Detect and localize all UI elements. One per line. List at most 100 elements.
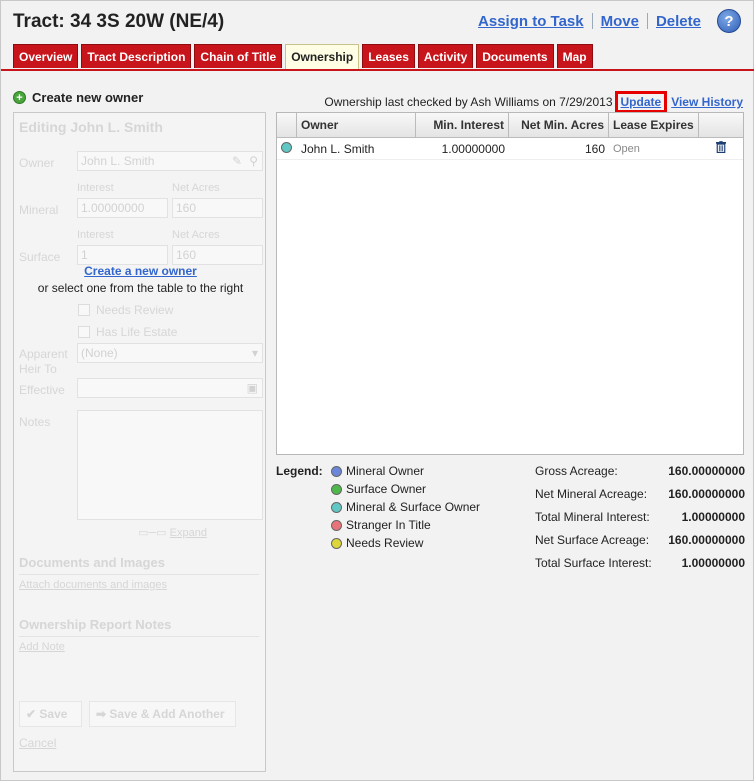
column-header-net-min-acres[interactable]: Net Min. Acres <box>509 113 609 137</box>
calendar-icon[interactable]: ▣ <box>247 379 258 397</box>
min-interest-cell: 1.00000000 <box>441 141 505 156</box>
last-checked-text: Ownership last checked by Ash Williams o… <box>324 95 613 109</box>
mineral-acres-input[interactable]: 160 <box>172 198 263 218</box>
legend-title: Legend: <box>276 464 323 478</box>
total-row: Net Mineral Acreage: 160.00000000 <box>535 487 745 510</box>
legend-label: Surface Owner <box>346 482 427 496</box>
needs-review-dot <box>331 537 342 549</box>
checkbox-box <box>78 326 90 338</box>
tab-overview[interactable]: Overview <box>13 44 79 68</box>
heir-select-value: (None) <box>81 346 118 360</box>
total-label: Total Surface Interest: <box>535 556 652 570</box>
total-value: 160.00000000 <box>668 487 745 501</box>
attach-documents-link[interactable]: Attach documents and images <box>19 579 167 591</box>
heir-select[interactable]: (None) ▾ <box>77 343 263 363</box>
create-owner-row: + Create new owner <box>13 89 266 105</box>
tab-ownership[interactable]: Ownership <box>285 44 360 70</box>
save-button[interactable]: ✔ Save <box>19 701 82 727</box>
editor-heading: Editing John L. Smith <box>19 119 163 135</box>
tab-chain-of-title[interactable]: Chain of Title <box>194 44 283 68</box>
legend-label: Mineral & Surface Owner <box>346 500 481 514</box>
heir-label-line1: Apparent <box>19 347 68 361</box>
surface-acres-input[interactable]: 160 <box>172 245 263 265</box>
total-row: Net Surface Acreage: 160.00000000 <box>535 533 745 556</box>
has-life-estate-label: Has Life Estate <box>96 325 178 339</box>
mineral-interest-input[interactable]: 1.00000000 <box>77 198 168 218</box>
help-icon[interactable]: ? <box>717 9 741 33</box>
search-icon[interactable]: ⚲ <box>249 152 258 170</box>
create-new-owner-label: Create new owner <box>32 89 144 105</box>
update-link[interactable]: Update <box>614 91 668 113</box>
total-label: Gross Acreage: <box>535 464 618 478</box>
heir-label-line2: Heir To <box>19 362 57 376</box>
legend-label: Needs Review <box>346 536 424 550</box>
owner-label: Owner <box>19 156 55 170</box>
check-icon: ✔ <box>26 707 40 721</box>
totals-summary: Gross Acreage: 160.00000000 Net Mineral A… <box>535 464 745 579</box>
tab-tract-description[interactable]: Tract Description <box>81 44 192 68</box>
owner-input-value: John L. Smith <box>81 154 155 168</box>
move-link[interactable]: Move <box>593 13 647 30</box>
tab-documents[interactable]: Documents <box>476 44 554 68</box>
tab-leases[interactable]: Leases <box>362 44 415 68</box>
save-add-another-button[interactable]: ➡ Save & Add Another <box>89 701 236 727</box>
delete-link[interactable]: Delete <box>648 13 709 30</box>
owner-type-dot <box>281 141 292 153</box>
view-history-link[interactable]: View History <box>671 95 743 109</box>
owner-input[interactable]: John L. Smith ✎ ⚲ <box>77 151 263 171</box>
pencil-icon[interactable]: ✎ <box>232 152 242 170</box>
header-dot-column <box>277 113 297 137</box>
mineral-surface-owner-dot <box>331 501 342 513</box>
net-min-acres-cell: 160 <box>584 141 605 156</box>
cancel-link[interactable]: Cancel <box>19 736 56 750</box>
legend-label: Stranger In Title <box>346 518 431 532</box>
divider <box>19 574 259 575</box>
effective-label: Effective <box>19 383 65 397</box>
column-header-lease-expires[interactable]: Lease Expires <box>609 113 699 137</box>
tab-underline <box>1 69 754 71</box>
chevron-down-icon: ▾ <box>251 346 258 360</box>
tab-bar: Overview Tract Description Chain of Titl… <box>13 44 596 70</box>
tab-map[interactable]: Map <box>556 44 593 68</box>
add-note-link[interactable]: Add Note <box>19 641 65 653</box>
page-title: Tract: 34 3S 20W (NE/4) <box>13 11 225 32</box>
lease-expires-cell: Open <box>613 142 640 155</box>
column-header-owner[interactable]: Owner <box>297 113 416 137</box>
table-row[interactable]: John L. Smith 1.00000000 160 Open <box>277 138 743 160</box>
assign-to-task-link[interactable]: Assign to Task <box>470 13 592 30</box>
ownership-status: Ownership last checked by Ash Williams o… <box>324 91 743 113</box>
select-hint: or select one from the table to the righ… <box>37 281 244 295</box>
total-row: Gross Acreage: 160.00000000 <box>535 464 745 487</box>
checkbox-box <box>78 304 90 316</box>
total-value: 1.00000000 <box>681 510 745 524</box>
tab-activity[interactable]: Activity <box>417 44 474 68</box>
surface-label: Surface <box>19 250 61 264</box>
total-label: Net Surface Acreage: <box>535 533 650 547</box>
owner-editor-panel: Editing John L. Smith Owner John L. Smit… <box>13 112 266 772</box>
create-a-new-owner-link[interactable]: Create a new owner <box>84 264 197 278</box>
total-row: Total Mineral Interest: 1.00000000 <box>535 510 745 533</box>
owner-cell: John L. Smith <box>301 141 375 156</box>
report-notes-heading: Ownership Report Notes <box>19 617 172 632</box>
effective-date-input[interactable]: ▣ <box>77 378 263 398</box>
column-header-min-interest[interactable]: Min. Interest <box>416 113 509 137</box>
stranger-in-title-dot <box>331 519 342 531</box>
needs-review-checkbox[interactable]: Needs Review <box>78 303 173 317</box>
create-owner-link-row: Create a new owner <box>14 264 267 278</box>
legend-label: Mineral Owner <box>346 464 425 478</box>
total-value: 1.00000000 <box>681 556 745 570</box>
expand-control[interactable]: ▭─▭ Expand <box>138 526 207 539</box>
legend-item: Mineral Owner <box>331 464 424 478</box>
interest-header: Interest <box>77 229 114 241</box>
app-frame: Tract: 34 3S 20W (NE/4) Assign to Task M… <box>0 0 754 781</box>
trash-icon[interactable] <box>716 141 726 153</box>
notes-textarea[interactable] <box>77 410 263 520</box>
header-action-column <box>699 113 743 137</box>
total-label: Net Mineral Acreage: <box>535 487 648 501</box>
plus-icon: + <box>13 90 26 104</box>
has-life-estate-checkbox[interactable]: Has Life Estate <box>78 325 177 339</box>
total-row: Total Surface Interest: 1.00000000 <box>535 556 745 579</box>
create-new-owner-button[interactable]: + Create new owner <box>13 89 266 105</box>
interest-header: Interest <box>77 182 114 194</box>
surface-interest-input[interactable]: 1 <box>77 245 168 265</box>
